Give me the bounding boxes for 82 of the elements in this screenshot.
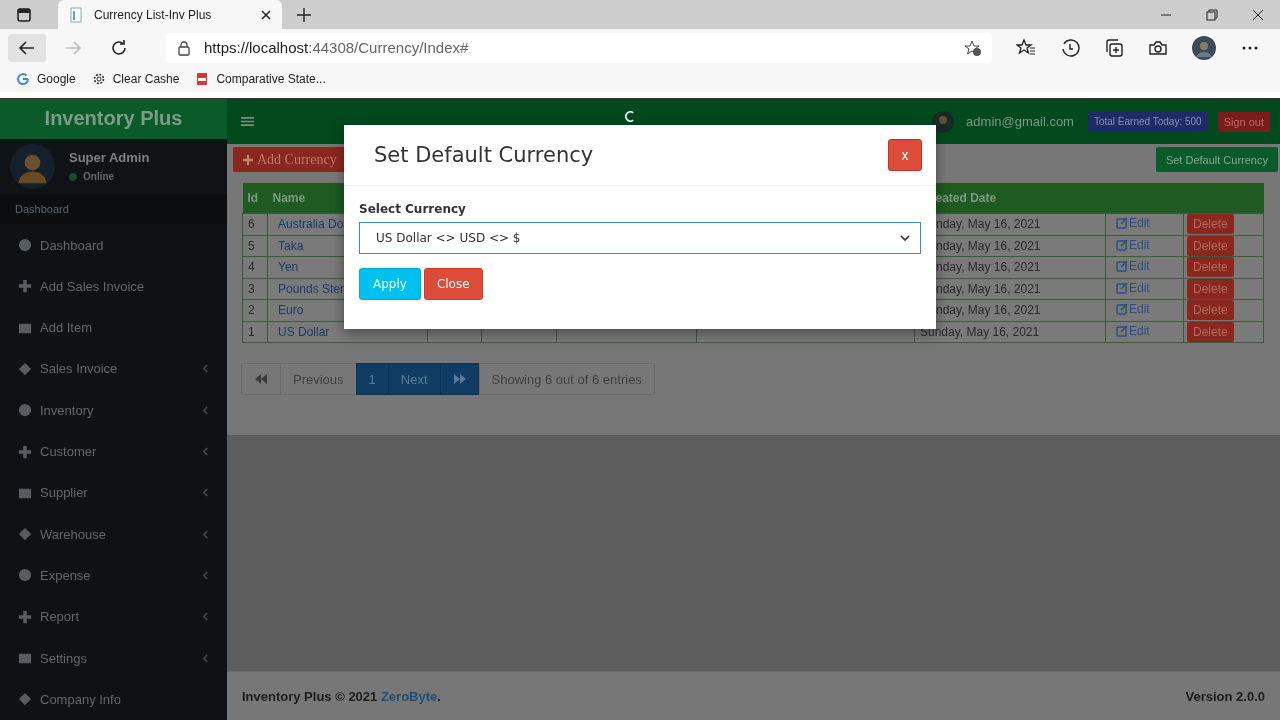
currency-select[interactable]: US Dollar <> USD <> $ [359,222,921,254]
sidebar-item[interactable]: Customer [0,430,227,473]
previous-page-button[interactable]: Previous [280,363,357,395]
table-cell: 2 [242,299,268,321]
sidebar-item[interactable]: Sales Invoice [0,348,227,390]
favorites-icon[interactable] [1016,37,1036,58]
sidebar-item[interactable]: Supplier [0,472,227,514]
sidebar-header: Dashboard [15,202,69,215]
delete-button[interactable]: Delete [1187,214,1234,234]
star-add-icon[interactable] [964,38,982,57]
edit-icon [1116,238,1128,251]
avatar-icon[interactable] [1192,35,1216,60]
google-icon [16,72,30,86]
add-currency-button[interactable]: Add Currency [233,147,347,172]
edit-icon [1116,281,1128,294]
bookmark[interactable]: Google [16,72,76,86]
last-page-icon [452,374,467,384]
table-cell: 3 [242,278,268,300]
sign-out-button[interactable]: Sign out [1217,111,1270,132]
edit-icon [1116,260,1128,273]
collections-icon[interactable] [1104,37,1124,58]
status-dot [69,172,77,181]
bookmark[interactable]: Clear Cashe [91,72,180,86]
gear-icon [91,72,106,86]
sidebar-item[interactable]: Company Info [0,678,227,720]
page-button[interactable]: 1 [355,363,389,395]
apply-button[interactable]: Apply [359,268,421,300]
history-icon[interactable] [1060,37,1080,58]
delete-button[interactable]: Delete [1187,300,1234,320]
sidebar-item[interactable]: Expense [0,554,227,597]
delete-button[interactable]: Delete [1187,257,1234,277]
chevron-down-icon [900,235,910,241]
last-page-button[interactable] [439,363,480,395]
first-page-button[interactable] [241,363,281,395]
loading-spinner-icon [625,111,636,122]
sidebar-item[interactable]: Add Item [0,307,227,349]
table-cell: 4 [242,256,268,278]
address-bar[interactable]: https://localhost:44308/Currency/Index# [166,32,992,63]
modal-title: Set Default Currency [374,143,595,167]
sidebar-item[interactable]: Settings [0,637,227,679]
pdf-icon [195,72,210,86]
sidebar-item[interactable]: Add Sales Invoice [0,265,227,308]
back-icon[interactable] [8,33,46,62]
table-cell: 5 [242,235,268,257]
delete-button[interactable]: Delete [1187,279,1234,299]
delete-button[interactable]: Delete [1187,322,1234,342]
close-button[interactable]: x [888,139,922,171]
sidebar-item[interactable]: Dashboard [0,224,227,266]
bookmark[interactable]: Comparative State... [195,72,326,86]
sidebar-item[interactable]: Report [0,596,227,638]
user-status: Online [83,171,115,183]
delete-button[interactable]: Delete [1187,236,1234,256]
table-cell: 6 [242,213,268,235]
plus-icon [243,154,253,165]
tab-actions-icon[interactable] [16,6,32,23]
restore-icon[interactable] [1206,8,1218,21]
user-avatar [10,143,55,189]
set-default-currency-button[interactable]: Set Default Currency [1155,147,1278,172]
sidebar-item[interactable]: Warehouse [0,513,227,555]
close-button[interactable]: Close [423,268,483,300]
page-icon [68,6,84,23]
user-name: Super Admin [69,150,150,166]
edit-icon [1116,303,1128,316]
footer-copyright: Inventory Plus © 2021 ZeroByte. [242,688,441,704]
version-text: Version 2.0.0 [1185,688,1265,704]
close-icon[interactable] [1252,8,1264,21]
user-avatar [932,110,955,133]
sidebar-item[interactable]: Inventory [0,389,227,431]
menu-icon[interactable] [241,116,254,127]
new-tab-icon[interactable] [296,6,312,23]
lock-icon [176,39,192,56]
edit-icon [1116,217,1128,230]
close-icon[interactable] [260,8,272,21]
browser-tab[interactable]: Currency List-Inv Plus [58,0,282,29]
brand-title[interactable]: Inventory Plus [0,99,227,139]
user-email[interactable]: admin@gmail.com [966,114,1074,129]
table-cell: 1 [242,321,268,343]
column-header: Id [242,183,268,214]
earnings-badge: Total Earned Today: 500 [1087,112,1208,131]
next-page-button[interactable]: Next [387,363,441,395]
first-page-icon [254,374,268,384]
edit-icon [1116,324,1128,337]
